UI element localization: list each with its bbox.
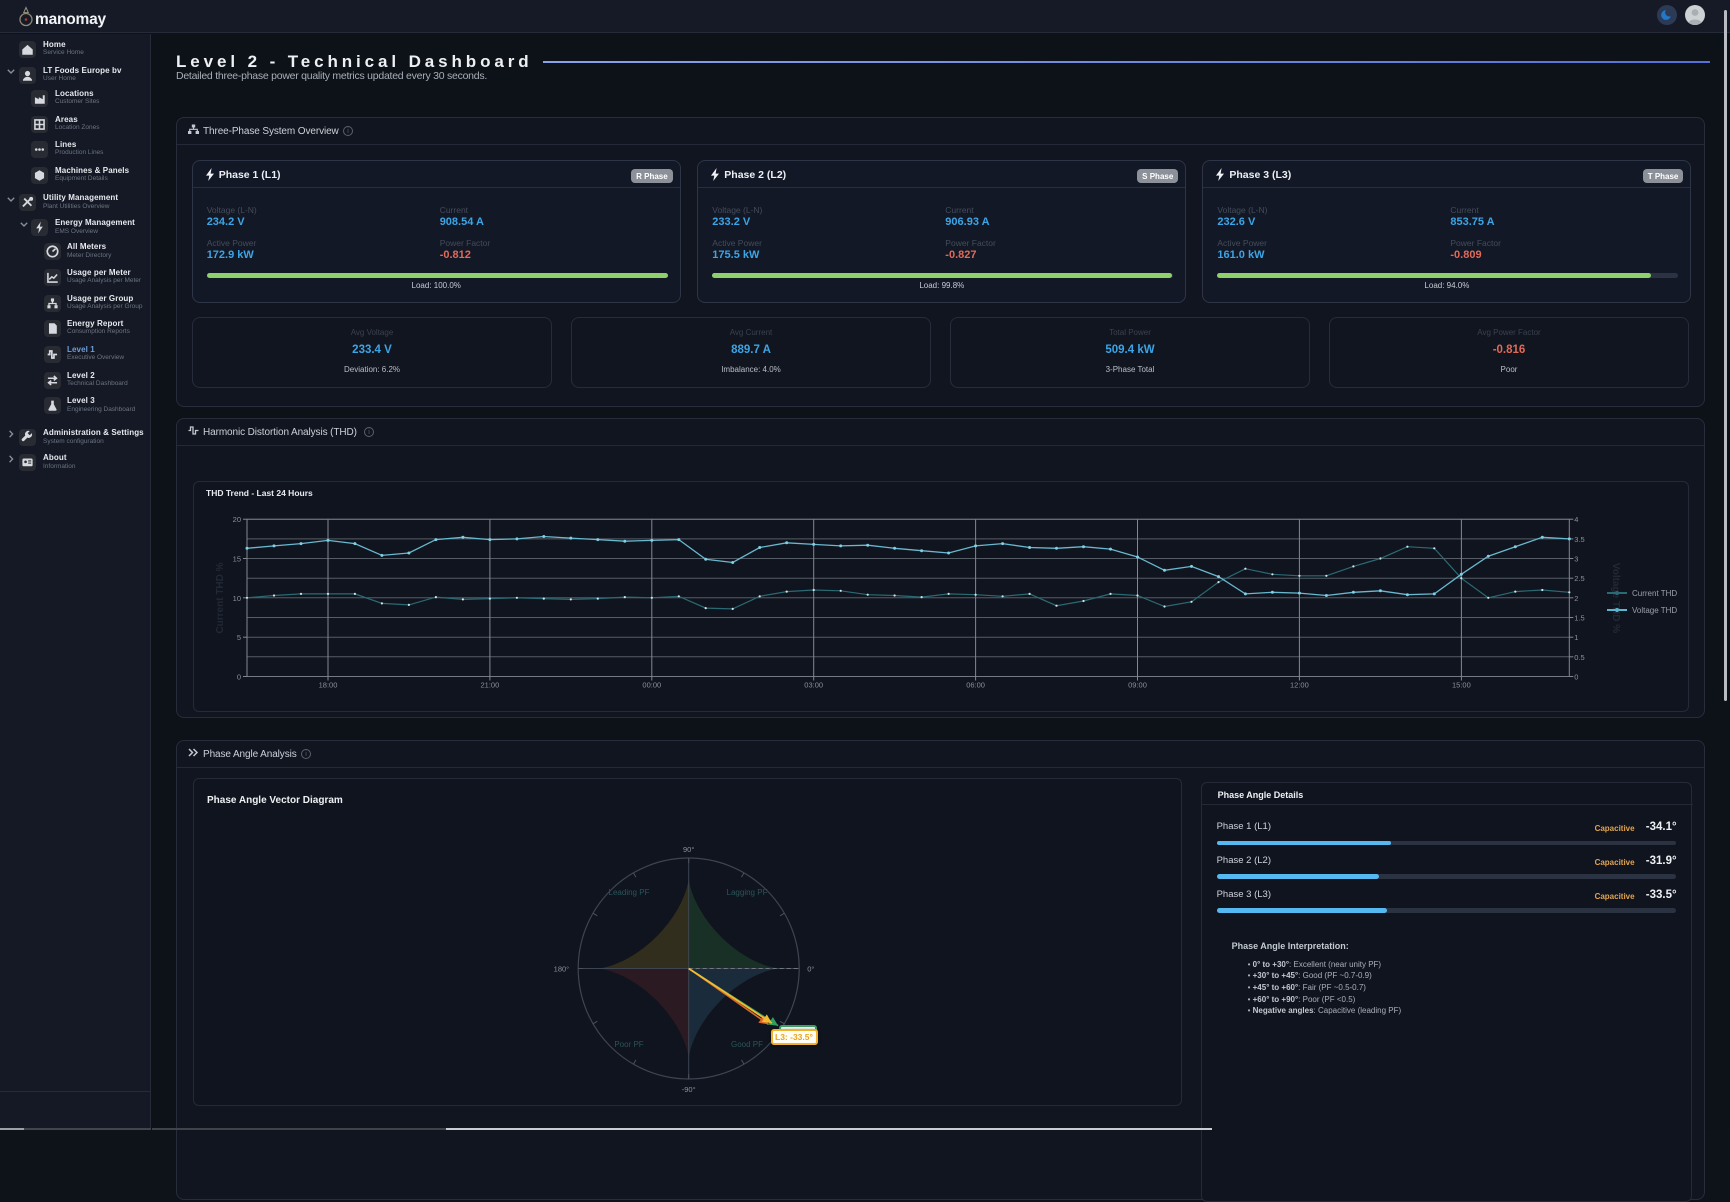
svg-text:15:00: 15:00 [1452, 681, 1471, 690]
svg-text:180°: 180° [554, 964, 570, 973]
svg-text:Poor PF: Poor PF [614, 1040, 643, 1049]
svg-text:-90°: -90° [682, 1085, 696, 1094]
svg-text:03:00: 03:00 [804, 681, 823, 690]
svg-text:Good PF: Good PF [731, 1040, 763, 1049]
svg-text:Lagging PF: Lagging PF [727, 888, 768, 897]
svg-text:Voltage THD %: Voltage THD % [1610, 563, 1621, 633]
svg-text:10: 10 [233, 594, 241, 603]
svg-text:5: 5 [237, 633, 241, 642]
svg-text:15: 15 [233, 555, 241, 564]
svg-text:Voltage THD: Voltage THD [1632, 606, 1677, 615]
svg-text:00:00: 00:00 [642, 681, 661, 690]
svg-text:3: 3 [1574, 555, 1578, 564]
svg-text:20: 20 [233, 515, 241, 524]
svg-text:0: 0 [1574, 673, 1578, 682]
svg-text:18:00: 18:00 [319, 681, 338, 690]
svg-text:1.5: 1.5 [1574, 614, 1584, 623]
svg-text:09:00: 09:00 [1128, 681, 1147, 690]
svg-text:12:00: 12:00 [1290, 681, 1309, 690]
svg-text:3.5: 3.5 [1574, 535, 1584, 544]
svg-text:Current THD: Current THD [1632, 589, 1677, 598]
svg-text:Current THD %: Current THD % [215, 562, 226, 633]
svg-text:2: 2 [1574, 594, 1578, 603]
svg-text:0.5: 0.5 [1574, 653, 1584, 662]
svg-text:Leading PF: Leading PF [609, 888, 650, 897]
svg-text:0°: 0° [807, 964, 814, 973]
svg-text:0: 0 [237, 673, 241, 682]
svg-text:21:00: 21:00 [481, 681, 500, 690]
svg-text:4: 4 [1574, 515, 1578, 524]
svg-text:1: 1 [1574, 633, 1578, 642]
svg-text:90°: 90° [683, 845, 694, 854]
svg-text:06:00: 06:00 [966, 681, 985, 690]
svg-text:2.5: 2.5 [1574, 574, 1584, 583]
